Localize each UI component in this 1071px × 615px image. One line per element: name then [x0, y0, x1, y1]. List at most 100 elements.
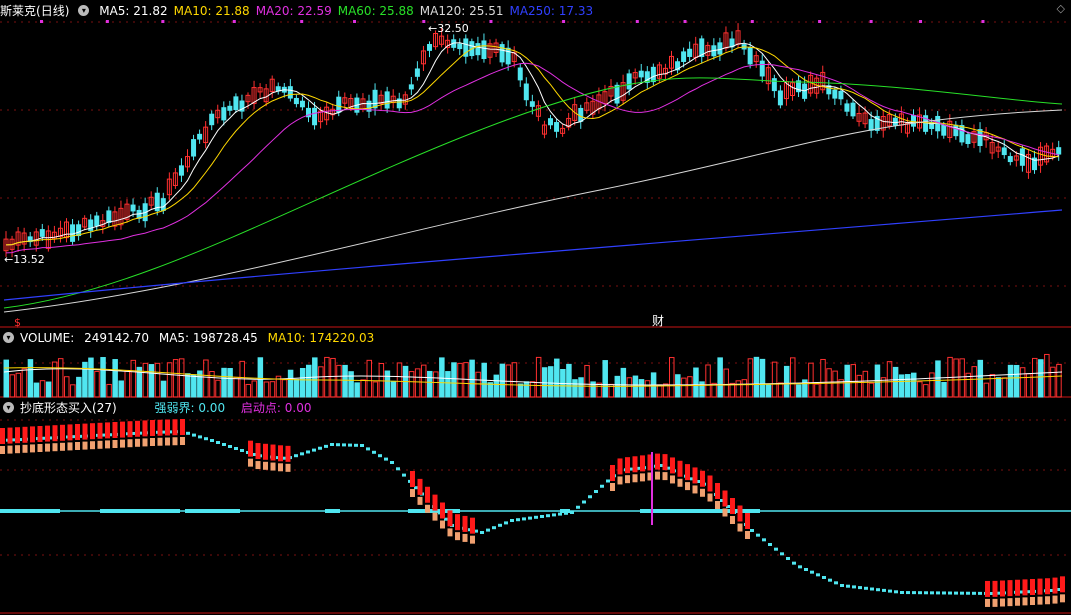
- candle-down: [759, 60, 765, 77]
- indicator-dot: [546, 514, 550, 518]
- buy-signal-bar: [150, 420, 155, 436]
- volume-bar-down: [118, 380, 124, 398]
- volume-bar-down: [602, 360, 608, 398]
- indicator-dot: [960, 591, 964, 595]
- volume-bar-up: [777, 382, 784, 398]
- volume-bar-up: [687, 376, 693, 398]
- indicator-dot: [582, 500, 586, 504]
- chart-canvas[interactable]: ←32.50 ←13.52 财 $: [0, 0, 1071, 615]
- buy-signal-bar: [455, 514, 460, 531]
- candle-down: [457, 43, 463, 50]
- volume-bar-down: [451, 362, 457, 398]
- indicator-dot: [876, 588, 880, 592]
- candle-down: [70, 224, 76, 242]
- indicator-dot: [840, 584, 844, 587]
- indicator-dot: [318, 446, 322, 450]
- buy-signal-bar: [67, 424, 73, 441]
- buy-signal-bar: [135, 420, 140, 437]
- volume-bar-up: [142, 362, 149, 398]
- event-mark: [40, 20, 43, 23]
- volume-bar-up: [269, 381, 276, 398]
- buy-signal-bar: [45, 425, 50, 442]
- support-bar: [97, 440, 103, 449]
- indicator-dot: [558, 512, 562, 516]
- candle-down: [475, 43, 481, 56]
- buy-signal-bar: [440, 502, 445, 519]
- indicator-dot: [762, 538, 766, 542]
- volume-bar-down: [493, 374, 500, 398]
- volume-bar-up: [705, 364, 711, 398]
- volume-bar-down: [88, 357, 94, 398]
- indicator-dot: [360, 444, 364, 447]
- candle-down: [39, 229, 45, 237]
- candle-down: [106, 210, 112, 223]
- indicator-dot: [402, 473, 406, 477]
- low-price-label: ←13.52: [4, 253, 45, 266]
- buy-signal-bar: [1037, 578, 1043, 595]
- indicator-dot: [942, 591, 946, 595]
- buy-signal-bar: [610, 465, 615, 481]
- indicator-dot: [954, 591, 958, 595]
- candle-down: [838, 90, 844, 100]
- volume-bar-up: [644, 380, 651, 398]
- event-mark: [300, 20, 304, 23]
- support-bar: [45, 443, 50, 452]
- buy-signal-bar: [90, 423, 95, 440]
- volume-bar-up: [1056, 363, 1062, 398]
- buy-signal-bar: [662, 454, 668, 471]
- buy-signal-bar: [417, 478, 423, 495]
- volume-bar-down: [227, 368, 233, 398]
- indicator-dot: [822, 576, 826, 579]
- volume-bar-up: [862, 370, 869, 398]
- volume-bar-down: [935, 360, 941, 398]
- volume-bar-down: [1038, 359, 1044, 398]
- indicator-dot: [384, 457, 388, 461]
- volume-bar-down: [469, 359, 475, 398]
- indicator-dot: [768, 543, 772, 546]
- candle-down: [227, 105, 233, 111]
- volume-bar-up: [989, 374, 996, 398]
- volume-bar-up: [324, 356, 330, 398]
- volume-bar-down: [995, 377, 1002, 398]
- volume-bar-up: [747, 358, 754, 398]
- support-bar: [737, 523, 743, 532]
- volume-bar-up: [336, 364, 342, 398]
- volume-bar-down: [1013, 364, 1020, 398]
- support-bar: [432, 512, 438, 521]
- indicator-dot: [600, 484, 604, 488]
- buy-signal-bar: [432, 494, 438, 511]
- volume-bar-up: [626, 377, 633, 398]
- volume-bar-down: [148, 364, 155, 398]
- support-bar: [75, 442, 80, 450]
- buy-signal-bar: [692, 467, 698, 484]
- event-mark: [105, 20, 109, 23]
- support-bar: [745, 531, 750, 539]
- volume-bar-down: [76, 376, 82, 398]
- buy-signal-bar: [180, 419, 185, 435]
- event-mark: [353, 20, 357, 23]
- indicator-dot: [948, 591, 952, 595]
- buy-signal-bar: [157, 419, 163, 436]
- volume-bar-up: [868, 382, 875, 398]
- buy-signal-bar: [1052, 577, 1058, 594]
- support-bar: [617, 476, 623, 485]
- volume-bar-up: [57, 358, 64, 398]
- volume-bar-down: [185, 373, 191, 398]
- volume-bar-down: [191, 374, 197, 398]
- indicator-dot: [828, 578, 832, 582]
- volume-bar-up: [15, 372, 22, 398]
- support-bar: [90, 441, 95, 450]
- support-bar: [625, 475, 630, 484]
- volume-bar-down: [620, 367, 627, 398]
- volume-bar-up: [154, 362, 161, 398]
- event-mark: [161, 20, 165, 23]
- support-bar: [30, 444, 35, 453]
- buy-signal-bar: [263, 443, 268, 460]
- buy-signal-bar: [1045, 578, 1050, 595]
- buy-signal-bar: [1022, 579, 1028, 596]
- candle-down: [777, 90, 783, 106]
- volume-bar-up: [771, 361, 778, 398]
- support-bar: [60, 442, 65, 451]
- volume-bar-up: [372, 381, 379, 398]
- support-bar: [120, 439, 125, 448]
